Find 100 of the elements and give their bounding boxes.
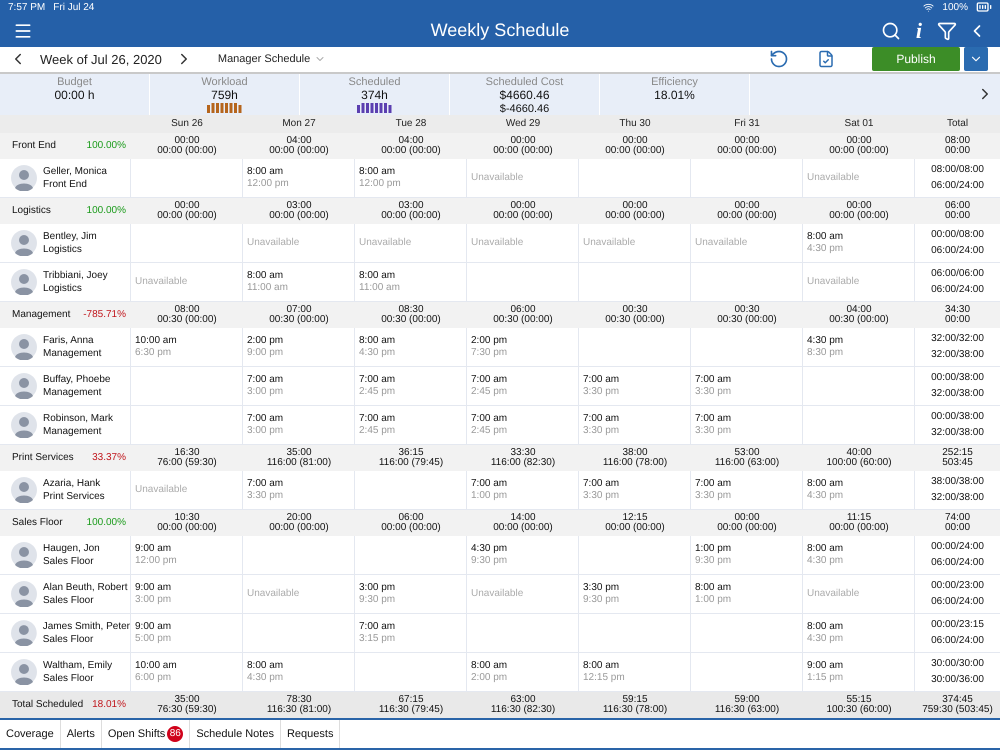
total-hours: 503:45	[942, 458, 973, 468]
shift-start-time[interactable]: 7:00 am	[359, 374, 466, 386]
employee-name: James Smith, Peter	[42, 620, 130, 632]
shift-start-time[interactable]: 3:30 pm	[583, 582, 690, 594]
employee-total-hours: 32:00/38:00	[931, 427, 984, 438]
shift-start-time[interactable]: 7:00 am	[695, 478, 802, 490]
shift-start-time[interactable]: 7:00 am	[695, 412, 802, 425]
shift-start-time[interactable]: 7:00 am	[359, 412, 466, 425]
shift-start-time[interactable]: 8:00 am	[583, 660, 690, 672]
shift-start-time[interactable]: 7:00 am	[583, 374, 690, 386]
shift-start-time[interactable]: 4:30 pm	[471, 542, 578, 555]
employee-total-hours: 06:00/24:00	[931, 284, 984, 296]
shift-start-time[interactable]: 8:00 am	[359, 166, 466, 178]
required-hours: 00:30 (00:00)	[605, 314, 665, 325]
required-hours: 00:00 (00:00)	[269, 146, 329, 156]
scheduled-hours: 12:15	[622, 512, 648, 523]
avatar	[11, 268, 37, 295]
scheduled-hours: 63:00	[510, 694, 536, 705]
shift-start-time[interactable]: 9:00 am	[135, 582, 242, 594]
scheduled-hours: 00:00	[734, 200, 760, 211]
employee-name: Faris, Anna	[43, 334, 95, 346]
group-name: Logistics	[12, 205, 51, 216]
employee-total-hours: 32:00/38:00	[931, 388, 984, 400]
required-hours: 00:00 (00:00)	[605, 522, 665, 533]
shift-start-time[interactable]: 7:00 am	[247, 478, 354, 490]
required-hours: 100:00 (60:00)	[826, 458, 892, 468]
shift-start-time[interactable]: 7:00 am	[471, 412, 578, 425]
total-hours: 00:00	[944, 146, 970, 156]
shift-start-time[interactable]: 7:00 am	[471, 374, 578, 386]
employee-department: Management	[43, 348, 102, 359]
scheduled-hours: 00:00	[174, 200, 200, 211]
publish-options-button[interactable]	[964, 47, 988, 72]
required-hours: 00:30 (00:00)	[493, 314, 553, 325]
employee-name: Buffay, Phoebe	[43, 374, 110, 385]
required-hours: 116:30 (63:00)	[714, 704, 780, 715]
avatar	[11, 620, 37, 646]
shift-start-time[interactable]: 8:00 am	[807, 478, 914, 490]
shift-start-time[interactable]: 8:00 am	[247, 166, 354, 178]
avatar	[11, 372, 37, 399]
required-hours: 116:00 (82:30)	[490, 458, 556, 468]
unavailable-label: Unavailable	[807, 276, 860, 288]
shift-start-time[interactable]: 9:00 am	[807, 660, 914, 672]
scheduled-hours: 03:00	[398, 200, 424, 211]
shift-start-time[interactable]: 9:00 am	[135, 542, 242, 555]
unavailable-label: Unavailable	[135, 484, 188, 496]
scheduled-hours: 00:00	[734, 512, 760, 523]
shift-start-time[interactable]: 7:00 am	[471, 478, 578, 490]
column-header: Total	[946, 118, 970, 130]
shift-start-time[interactable]: 7:00 am	[695, 374, 802, 386]
shift-start-time[interactable]: 8:00 am	[359, 270, 466, 282]
employee-department: Print Services	[43, 490, 105, 502]
unavailable-label: Unavailable	[471, 172, 524, 184]
shift-start-time[interactable]: 8:00 am	[695, 582, 802, 594]
required-hours: 00:00 (00:00)	[493, 522, 553, 533]
total-hours: 74:00	[944, 512, 970, 523]
stat-subvalue: $-4660.46	[500, 102, 550, 115]
avatar	[11, 476, 37, 503]
shift-start-time[interactable]: 8:00 am	[247, 270, 354, 282]
employee-total-hours: 06:00/24:00	[931, 180, 984, 192]
info-button[interactable]: i	[906, 18, 932, 44]
shift-start-time[interactable]: 10:00 am	[135, 334, 242, 347]
shift-start-time[interactable]: 4:30 pm	[807, 334, 914, 347]
required-hours: 00:00 (00:00)	[157, 210, 217, 221]
wifi-icon	[923, 2, 934, 12]
column-header: Sat 01	[844, 118, 874, 130]
required-hours: 00:00 (00:00)	[381, 522, 441, 533]
shift-start-time[interactable]: 8:00 am	[247, 660, 354, 672]
shift-start-time[interactable]: 8:00 am	[807, 620, 914, 633]
shift-start-time[interactable]: 7:00 am	[583, 412, 690, 425]
shift-start-time[interactable]: 7:00 am	[247, 374, 354, 386]
scheduled-hours: 36:15	[398, 448, 424, 458]
employee-total-hours: 06:00/24:00	[931, 635, 984, 646]
scheduled-hours: 35:00	[286, 448, 312, 458]
shift-start-time[interactable]: 7:00 am	[583, 478, 690, 490]
scheduled-hours: 59:00	[734, 694, 760, 705]
scheduled-hours: 00:00	[510, 136, 536, 146]
shift-start-time[interactable]: 8:00 am	[359, 334, 466, 347]
shift-start-time[interactable]: 8:00 am	[807, 542, 914, 555]
scheduled-hours: 04:00	[846, 304, 872, 315]
scheduled-hours: 53:00	[734, 448, 760, 458]
shift-start-time[interactable]: 2:00 pm	[247, 334, 354, 347]
schedule-dropdown[interactable]: Manager Schedule	[212, 52, 332, 66]
shift-start-time[interactable]: 7:00 am	[359, 620, 466, 633]
publish-button[interactable]: Publish	[872, 47, 960, 72]
percentage: 100.00%	[86, 517, 126, 528]
shift-start-time[interactable]: 10:00 am	[135, 660, 242, 672]
shift-start-time[interactable]: 9:00 am	[135, 620, 242, 633]
shift-start-time[interactable]: 8:00 am	[807, 230, 914, 243]
total-hours: 06:00	[944, 200, 970, 211]
group-name: Total Scheduled	[12, 699, 84, 710]
shift-start-time[interactable]: 8:00 am	[471, 660, 578, 672]
scheduled-hours: 00:30	[734, 304, 760, 315]
shift-start-time[interactable]: 2:00 pm	[471, 334, 578, 347]
percentage: 33.37%	[92, 452, 126, 464]
shift-start-time[interactable]: 1:00 pm	[695, 542, 802, 555]
required-hours: 00:00 (00:00)	[269, 522, 329, 533]
employee-name: Bentley, Jim	[43, 230, 97, 242]
employee-total-hours: 06:00/06:00	[931, 268, 984, 280]
shift-start-time[interactable]: 3:00 pm	[359, 582, 466, 594]
shift-start-time[interactable]: 7:00 am	[247, 412, 354, 425]
